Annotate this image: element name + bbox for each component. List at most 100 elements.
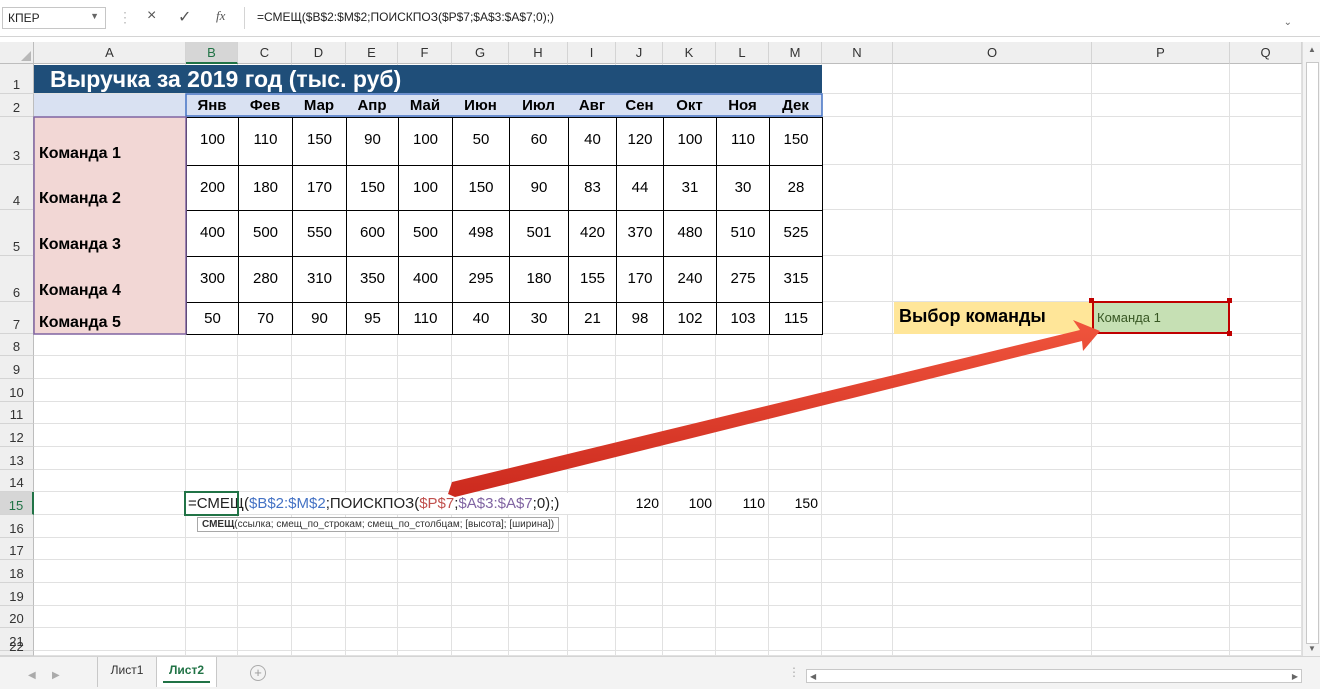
revenue-cell[interactable]: 240: [663, 256, 717, 303]
selection-handle[interactable]: [1089, 331, 1094, 336]
revenue-cell[interactable]: 28: [769, 165, 823, 211]
revenue-cell[interactable]: 275: [716, 256, 770, 303]
row-header-5[interactable]: 5: [0, 210, 34, 256]
revenue-cell[interactable]: 103: [716, 302, 770, 335]
scroll-up-icon[interactable]: ▲: [1308, 45, 1316, 54]
revenue-cell[interactable]: 170: [292, 165, 347, 211]
month-header[interactable]: Мар: [292, 94, 346, 117]
row-header-7[interactable]: 7: [0, 302, 34, 334]
tab-sheet2[interactable]: Лист2: [157, 657, 217, 687]
scroll-down-icon[interactable]: ▼: [1308, 644, 1316, 653]
scroll-left-icon[interactable]: ◀: [810, 672, 816, 681]
revenue-cell[interactable]: 60: [509, 117, 569, 166]
month-header[interactable]: Апр: [346, 94, 398, 117]
column-header-n[interactable]: N: [822, 42, 893, 64]
row-header-3[interactable]: 3: [0, 117, 34, 165]
column-header-a[interactable]: A: [34, 42, 186, 64]
month-header[interactable]: Ноя: [716, 94, 769, 117]
column-header-b[interactable]: B: [186, 42, 238, 64]
tab-sheet1[interactable]: Лист1: [97, 657, 157, 687]
column-header-j[interactable]: J: [616, 42, 663, 64]
revenue-cell[interactable]: 120: [616, 117, 664, 166]
revenue-cell[interactable]: 370: [616, 210, 664, 257]
revenue-cell[interactable]: 400: [186, 210, 239, 257]
revenue-cell[interactable]: 110: [238, 117, 293, 166]
revenue-cell[interactable]: 150: [346, 165, 399, 211]
resize-handle-icon[interactable]: ⋮: [788, 665, 800, 679]
row-header-9[interactable]: 9: [0, 356, 34, 379]
team-select-label[interactable]: Выбор команды: [894, 302, 1092, 334]
row-header-18[interactable]: 18: [0, 560, 34, 583]
tab-scroll-right-icon[interactable]: ▶: [52, 670, 60, 681]
revenue-cell[interactable]: 90: [292, 302, 347, 335]
team-name-cell[interactable]: Команда 5: [34, 302, 186, 334]
revenue-cell[interactable]: 200: [186, 165, 239, 211]
revenue-cell[interactable]: 550: [292, 210, 347, 257]
row-header-10[interactable]: 10: [0, 379, 34, 402]
chevron-down-icon[interactable]: ▼: [90, 11, 99, 21]
row-header-13[interactable]: 13: [0, 447, 34, 470]
revenue-cell[interactable]: 31: [663, 165, 717, 211]
row-header-2[interactable]: 2: [0, 94, 34, 117]
revenue-cell[interactable]: 310: [292, 256, 347, 303]
revenue-cell[interactable]: 21: [568, 302, 617, 335]
revenue-cell[interactable]: 50: [186, 302, 239, 335]
insert-function-icon[interactable]: fx: [216, 8, 225, 24]
expand-formula-icon[interactable]: ⌄: [1284, 17, 1292, 28]
revenue-cell[interactable]: 90: [346, 117, 399, 166]
month-header[interactable]: Июн: [452, 94, 509, 117]
revenue-cell[interactable]: 350: [346, 256, 399, 303]
revenue-cell[interactable]: 600: [346, 210, 399, 257]
selection-handle[interactable]: [1089, 298, 1094, 303]
formula-input[interactable]: =СМЕЩ($B$2:$M$2;ПОИСКПОЗ($P$7;$A$3:$A$7;…: [244, 7, 1296, 29]
column-header-e[interactable]: E: [346, 42, 398, 64]
revenue-cell[interactable]: 295: [452, 256, 510, 303]
column-header-i[interactable]: I: [568, 42, 616, 64]
revenue-cell[interactable]: 150: [452, 165, 510, 211]
tab-scroll-left-icon[interactable]: ◀: [28, 670, 36, 681]
column-header-q[interactable]: Q: [1230, 42, 1302, 64]
scroll-right-icon[interactable]: ▶: [1292, 672, 1298, 681]
revenue-cell[interactable]: 100: [663, 117, 717, 166]
revenue-cell[interactable]: 40: [452, 302, 510, 335]
column-header-f[interactable]: F: [398, 42, 452, 64]
row-header-4[interactable]: 4: [0, 165, 34, 210]
revenue-cell[interactable]: 40: [568, 117, 617, 166]
revenue-cell[interactable]: 100: [186, 117, 239, 166]
revenue-cell[interactable]: 150: [769, 117, 823, 166]
select-all-button[interactable]: [0, 42, 34, 64]
revenue-cell[interactable]: 300: [186, 256, 239, 303]
revenue-cell[interactable]: 500: [398, 210, 453, 257]
revenue-cell[interactable]: 110: [716, 117, 770, 166]
revenue-cell[interactable]: 70: [238, 302, 293, 335]
revenue-cell[interactable]: 280: [238, 256, 293, 303]
function-tooltip[interactable]: СМЕЩ(ссылка; смещ_по_строкам; смещ_по_ст…: [197, 517, 560, 532]
column-header-g[interactable]: G: [452, 42, 509, 64]
enter-icon[interactable]: ✓: [178, 7, 191, 27]
column-header-k[interactable]: K: [663, 42, 716, 64]
revenue-cell[interactable]: 501: [509, 210, 569, 257]
column-header-l[interactable]: L: [716, 42, 769, 64]
revenue-cell[interactable]: 30: [716, 165, 770, 211]
revenue-cell[interactable]: 498: [452, 210, 510, 257]
month-header[interactable]: Май: [398, 94, 452, 117]
vertical-scroll-thumb[interactable]: [1306, 62, 1319, 644]
row-header-6[interactable]: 6: [0, 256, 34, 302]
month-header[interactable]: Июл: [509, 94, 568, 117]
revenue-cell[interactable]: 400: [398, 256, 453, 303]
revenue-cell[interactable]: 44: [616, 165, 664, 211]
cancel-icon[interactable]: ×: [147, 7, 156, 25]
table-title[interactable]: Выручка за 2019 год (тыс. руб): [34, 65, 822, 93]
revenue-cell[interactable]: 170: [616, 256, 664, 303]
month-header[interactable]: Авг: [568, 94, 616, 117]
column-header-o[interactable]: O: [893, 42, 1092, 64]
vertical-scrollbar[interactable]: ▲ ▼: [1302, 42, 1320, 656]
team-select-cell[interactable]: Команда 1: [1092, 301, 1230, 334]
formula-text[interactable]: =СМЕЩ($B$2:$M$2;ПОИСКПОЗ($P$7;$A$3:$A$7;…: [257, 10, 554, 24]
revenue-cell[interactable]: 150: [292, 117, 347, 166]
header-row-label-cell[interactable]: [34, 94, 186, 117]
row-header-1[interactable]: 1: [0, 64, 34, 94]
team-name-cell[interactable]: Команда 2: [34, 165, 186, 210]
team-name-cell[interactable]: Команда 4: [34, 256, 186, 302]
revenue-cell[interactable]: 98: [616, 302, 664, 335]
